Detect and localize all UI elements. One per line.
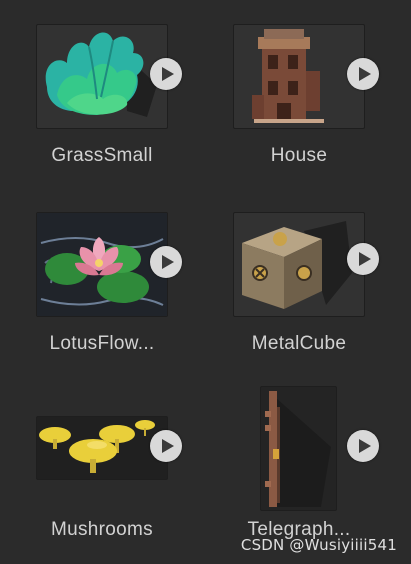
house-thumbnail[interactable] xyxy=(233,24,365,129)
asset-name[interactable]: House xyxy=(224,145,374,167)
asset-item-house[interactable]: House xyxy=(233,24,393,184)
asset-name[interactable]: GrassSmall xyxy=(27,145,177,167)
play-preview-button[interactable] xyxy=(347,430,379,462)
asset-name[interactable]: MetalCube xyxy=(224,333,374,355)
play-preview-button[interactable] xyxy=(347,58,379,90)
mushrooms-thumbnail[interactable] xyxy=(36,416,168,480)
asset-item-metal-cube[interactable]: MetalCube xyxy=(233,212,393,372)
grass-thumbnail[interactable] xyxy=(36,24,168,129)
lotus-thumbnail[interactable] xyxy=(36,212,168,317)
asset-grid: GrassSmall House LotusFlow... MetalCube … xyxy=(0,0,411,564)
asset-name[interactable]: LotusFlow... xyxy=(27,333,177,355)
asset-item-lotus-flower[interactable]: LotusFlow... xyxy=(36,212,196,372)
play-preview-button[interactable] xyxy=(347,243,379,275)
metal-cube-thumbnail[interactable] xyxy=(233,212,365,317)
asset-item-mushrooms[interactable]: Mushrooms xyxy=(36,398,196,558)
telegraph-thumbnail[interactable] xyxy=(260,386,337,511)
asset-item-grass-small[interactable]: GrassSmall xyxy=(36,24,196,184)
watermark-text: CSDN @Wusiyiiii541 xyxy=(240,536,397,554)
play-preview-button[interactable] xyxy=(150,58,182,90)
asset-item-telegraph[interactable]: Telegraph... xyxy=(233,386,393,558)
asset-name[interactable]: Mushrooms xyxy=(27,519,177,541)
play-preview-button[interactable] xyxy=(150,246,182,278)
play-preview-button[interactable] xyxy=(150,430,182,462)
